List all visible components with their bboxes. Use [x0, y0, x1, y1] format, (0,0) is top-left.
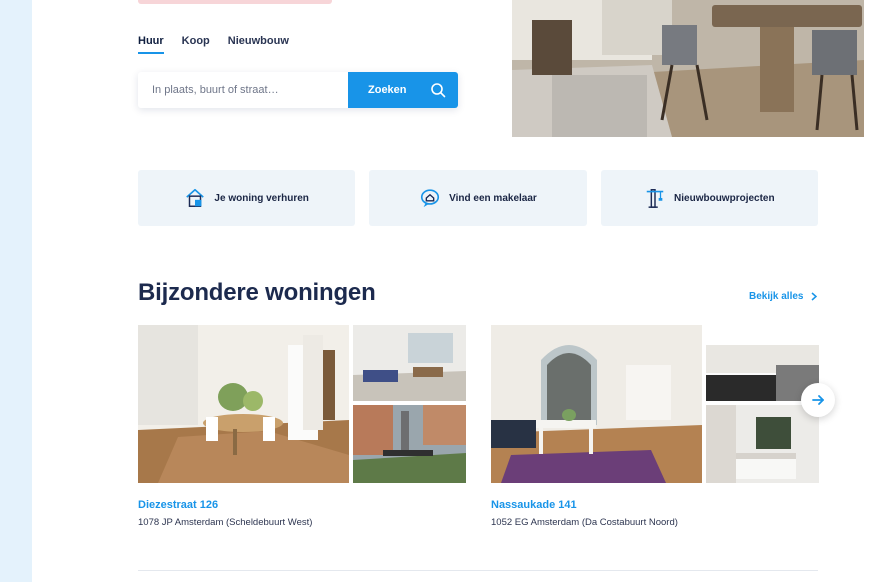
hero-image [512, 0, 864, 137]
quick-link-label: Nieuwbouwprojecten [674, 192, 775, 204]
quick-link-new-build-projects[interactable]: Nieuwbouwprojecten [600, 170, 818, 226]
search-tabs: Huur Koop Nieuwbouw [138, 35, 289, 54]
listing-address: 1052 EG Amsterdam (Da Costabuurt Noord) [491, 517, 678, 528]
tab-new-build[interactable]: Nieuwbouw [228, 35, 289, 54]
decorative-bar [138, 0, 332, 4]
page: Huur Koop Nieuwbouw Zoeken [0, 0, 874, 582]
quick-links: Je woning verhuren Vind een makelaar Nie… [138, 170, 818, 226]
listing-title[interactable]: Nassaukade 141 [491, 499, 577, 511]
chevron-right-icon [811, 292, 818, 301]
see-all-label: Bekijk alles [749, 291, 804, 302]
quick-link-find-agent[interactable]: Vind een makelaar [369, 170, 587, 226]
house-rent-icon [186, 188, 205, 207]
search-button-label: Zoeken [368, 84, 407, 96]
listing-photo-tertiary [706, 405, 819, 483]
listing-photo-tertiary [353, 405, 466, 483]
search-input[interactable] [138, 72, 348, 108]
section-divider [138, 570, 818, 571]
listing-photo-main [491, 325, 702, 483]
search-bar: Zoeken [138, 72, 458, 108]
agent-search-icon [421, 189, 440, 208]
listing-photo-secondary [706, 325, 819, 401]
crane-icon [646, 189, 664, 208]
tab-buy[interactable]: Koop [182, 35, 210, 54]
listing-address: 1078 JP Amsterdam (Scheldebuurt West) [138, 517, 313, 528]
tab-rent[interactable]: Huur [138, 35, 164, 54]
section-title: Bijzondere woningen [138, 279, 376, 306]
see-all-link[interactable]: Bekijk alles [749, 291, 818, 302]
quick-link-rent-out[interactable]: Je woning verhuren [138, 170, 356, 226]
search-icon [431, 83, 446, 98]
quick-link-label: Vind een makelaar [449, 192, 537, 204]
carousel-next-button[interactable] [801, 383, 835, 417]
left-margin-strip [0, 0, 32, 582]
arrow-right-icon [812, 395, 824, 405]
listing-title[interactable]: Diezestraat 126 [138, 499, 218, 511]
listing-photo-secondary [353, 325, 466, 401]
listing-photo-main [138, 325, 349, 483]
search-button[interactable]: Zoeken [348, 72, 458, 108]
quick-link-label: Je woning verhuren [214, 192, 309, 204]
